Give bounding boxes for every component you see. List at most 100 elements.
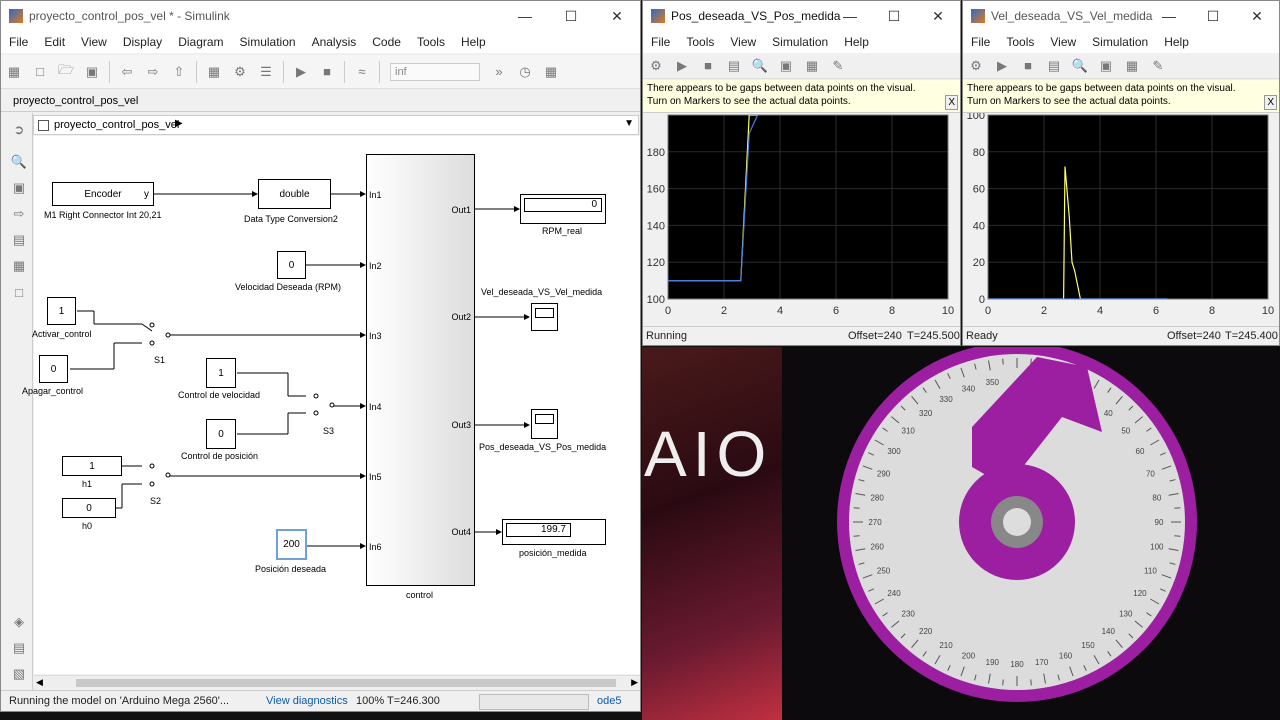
- model-tab[interactable]: proyecto_control_pos_vel: [1, 90, 640, 112]
- close-button[interactable]: ✕: [916, 1, 960, 31]
- library-browser-icon[interactable]: ▦: [3, 61, 25, 83]
- forward-arrow-icon[interactable]: ⇨: [142, 61, 164, 83]
- scope-vel-titlebar[interactable]: Vel_deseada_VS_Vel_medida — ☐ ✕: [963, 1, 1279, 31]
- stop-icon[interactable]: ■: [697, 55, 719, 77]
- maximize-button[interactable]: ☐: [1191, 1, 1235, 31]
- settings-gear-icon[interactable]: ⚙: [645, 55, 667, 77]
- scope-vel-plot[interactable]: 0 2 4 6 8 10 100 80 60 40 20 0: [963, 113, 1279, 325]
- model-icon[interactable]: ▧: [8, 663, 30, 685]
- horizontal-scroll-thumb[interactable]: [76, 679, 616, 687]
- menu-file[interactable]: File: [963, 35, 998, 49]
- menu-view[interactable]: View: [1042, 35, 1084, 49]
- control-velocidad-constant-block[interactable]: 1: [206, 358, 236, 388]
- stop-time-input[interactable]: inf: [390, 62, 480, 81]
- up-arrow-icon[interactable]: ⇧: [168, 61, 190, 83]
- view-diagnostics-link[interactable]: View diagnostics: [266, 695, 348, 707]
- h0-constant-block[interactable]: 0: [62, 498, 116, 518]
- scroll-left-icon[interactable]: ◀: [36, 677, 43, 688]
- posicion-display-block[interactable]: 199.7: [502, 519, 606, 545]
- style-icon[interactable]: ✎: [1147, 55, 1169, 77]
- vel-scope-block[interactable]: [531, 303, 558, 331]
- rpm-display-block[interactable]: 0: [520, 194, 606, 224]
- menu-simulation[interactable]: Simulation: [764, 35, 836, 49]
- zoom-in-icon[interactable]: 🔍: [749, 55, 771, 77]
- arrow-right-icon[interactable]: ⇨: [8, 203, 30, 225]
- model-advisor-icon[interactable]: ◷: [514, 61, 536, 83]
- apagar-constant-block[interactable]: 0: [39, 355, 68, 383]
- fit-view-icon[interactable]: ▣: [8, 177, 30, 199]
- menu-help[interactable]: Help: [453, 35, 494, 49]
- minimize-button[interactable]: —: [502, 1, 548, 31]
- posicion-deseada-constant-block[interactable]: 200: [276, 529, 307, 560]
- menu-view[interactable]: View: [722, 35, 764, 49]
- highlight-icon[interactable]: ▦: [1121, 55, 1143, 77]
- scroll-right-icon[interactable]: ▶: [631, 677, 638, 688]
- menu-display[interactable]: Display: [115, 35, 170, 49]
- breadcrumb-dropdown-icon[interactable]: ▼: [624, 118, 634, 129]
- menu-view[interactable]: View: [73, 35, 115, 49]
- scope-icon[interactable]: ≈: [351, 61, 373, 83]
- breadcrumb-arrow-icon[interactable]: ▶: [175, 118, 183, 129]
- breadcrumb-label[interactable]: proyecto_control_pos_vel: [54, 119, 179, 131]
- save-icon[interactable]: ▣: [81, 61, 103, 83]
- triggers-icon[interactable]: ▤: [723, 55, 745, 77]
- control-subsystem-block[interactable]: In1 In2 In3 In4 In5 In6 Out1 Out2 Out3 O…: [366, 154, 475, 586]
- menu-diagram[interactable]: Diagram: [170, 35, 231, 49]
- menu-tools[interactable]: Tools: [678, 35, 722, 49]
- activar-constant-block[interactable]: 1: [47, 297, 76, 325]
- velocity-constant-block[interactable]: 0: [277, 251, 306, 279]
- stop-icon[interactable]: ■: [316, 61, 338, 83]
- run-play-icon[interactable]: ▶: [991, 55, 1013, 77]
- triggers-icon[interactable]: ▤: [1043, 55, 1065, 77]
- control-posicion-constant-block[interactable]: 0: [206, 419, 236, 449]
- maximize-button[interactable]: ☐: [548, 1, 594, 31]
- zoom-icon[interactable]: 🔍: [8, 151, 30, 173]
- model-canvas[interactable]: Encoder y M1 Right Connector Int 20,21 d…: [22, 136, 640, 674]
- highlight-icon[interactable]: ▦: [801, 55, 823, 77]
- grid-build-icon[interactable]: ▦: [540, 61, 562, 83]
- maximize-button[interactable]: ☐: [872, 1, 916, 31]
- scope-pos-plot[interactable]: 0 2 4 6 8 10 180 160 140 120 100: [643, 113, 960, 325]
- menu-file[interactable]: File: [643, 35, 678, 49]
- h1-constant-block[interactable]: 1: [62, 456, 122, 476]
- fit-axes-icon[interactable]: ▣: [775, 55, 797, 77]
- scope-pos-titlebar[interactable]: Pos_deseada_VS_Pos_medida — ☐ ✕: [643, 1, 960, 31]
- menu-code[interactable]: Code: [364, 35, 409, 49]
- area-icon[interactable]: □: [8, 281, 30, 303]
- camera-icon[interactable]: ◈: [8, 611, 30, 633]
- style-icon[interactable]: ✎: [827, 55, 849, 77]
- notice-close-button[interactable]: X: [945, 95, 958, 110]
- zoom-in-icon[interactable]: 🔍: [1069, 55, 1091, 77]
- notice-close-button[interactable]: X: [1264, 95, 1277, 110]
- menu-file[interactable]: File: [1, 35, 36, 49]
- chevron-icon[interactable]: »: [488, 61, 510, 83]
- menu-edit[interactable]: Edit: [36, 35, 73, 49]
- encoder-block[interactable]: Encoder y: [52, 182, 154, 206]
- stop-icon[interactable]: ■: [1017, 55, 1039, 77]
- hide-browser-icon[interactable]: ➲: [8, 119, 30, 141]
- minimize-button[interactable]: —: [1147, 1, 1191, 31]
- simulink-titlebar[interactable]: proyecto_control_pos_vel * - Simulink — …: [1, 1, 640, 31]
- new-model-icon[interactable]: □: [29, 61, 51, 83]
- menu-tools[interactable]: Tools: [998, 35, 1042, 49]
- settings-gear-icon[interactable]: ⚙: [965, 55, 987, 77]
- info-icon[interactable]: ▤: [8, 637, 30, 659]
- menu-help[interactable]: Help: [836, 35, 877, 49]
- run-play-icon[interactable]: ▶: [671, 55, 693, 77]
- minimize-button[interactable]: —: [828, 1, 872, 31]
- annotation-icon[interactable]: ▤: [8, 229, 30, 251]
- menu-simulation[interactable]: Simulation: [232, 35, 304, 49]
- close-button[interactable]: ✕: [594, 1, 640, 31]
- menu-analysis[interactable]: Analysis: [304, 35, 365, 49]
- run-play-icon[interactable]: ▶: [290, 61, 312, 83]
- back-arrow-icon[interactable]: ⇦: [116, 61, 138, 83]
- settings-gear-icon[interactable]: ⚙: [229, 61, 251, 83]
- horizontal-scrollbar[interactable]: ◀ ▶: [34, 675, 640, 689]
- menu-simulation[interactable]: Simulation: [1084, 35, 1156, 49]
- menu-help[interactable]: Help: [1156, 35, 1197, 49]
- close-button[interactable]: ✕: [1235, 1, 1279, 31]
- image-icon[interactable]: ▦: [8, 255, 30, 277]
- list-icon[interactable]: ☰: [255, 61, 277, 83]
- pos-scope-block[interactable]: [531, 409, 558, 439]
- menu-tools[interactable]: Tools: [409, 35, 453, 49]
